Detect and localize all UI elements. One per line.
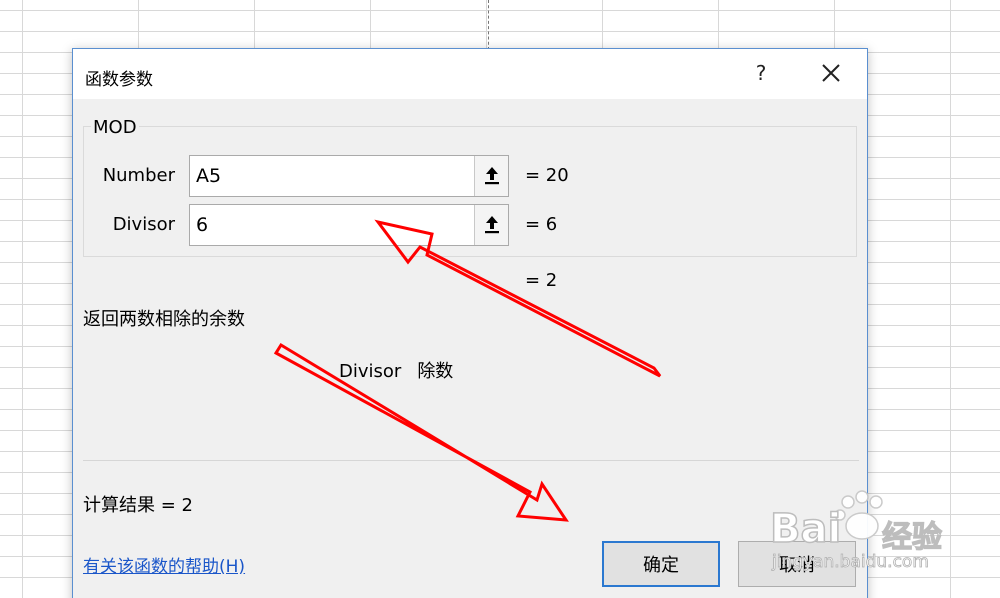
divisor-result: = 6 (525, 214, 558, 235)
number-input[interactable] (190, 156, 474, 196)
divider (83, 460, 859, 461)
formula-result: = 2 (525, 270, 558, 291)
argument-help-name: Divisor (339, 361, 402, 382)
divisor-label: Divisor (112, 214, 175, 235)
argument-help-text: 除数 (417, 361, 454, 382)
help-question-button[interactable]: ? (749, 61, 773, 85)
collapse-range-icon[interactable] (474, 156, 508, 196)
page-break-line (488, 0, 489, 50)
number-result: = 20 (525, 165, 569, 186)
function-name: MOD (91, 117, 139, 138)
function-help-link[interactable]: 有关该函数的帮助(H) (83, 552, 245, 577)
calculation-result: 计算结果 = 2 (83, 495, 193, 516)
function-arguments-dialog: 函数参数 ? MOD Number = 20 Divisor = 6 = 2 返… (72, 48, 868, 598)
dialog-title: 函数参数 (85, 70, 153, 90)
ok-button[interactable]: 确定 (602, 541, 720, 587)
close-icon[interactable] (817, 59, 845, 87)
number-input-box (189, 155, 509, 197)
dialog-titlebar: 函数参数 ? (73, 49, 867, 99)
argument-help: Divisor 除数 (339, 357, 469, 383)
divisor-input-box (189, 204, 509, 246)
collapse-range-icon[interactable] (474, 205, 508, 245)
function-description: 返回两数相除的余数 (83, 309, 245, 330)
divisor-input[interactable] (190, 205, 474, 245)
cancel-button[interactable]: 取消 (738, 541, 856, 587)
number-label: Number (102, 165, 175, 186)
